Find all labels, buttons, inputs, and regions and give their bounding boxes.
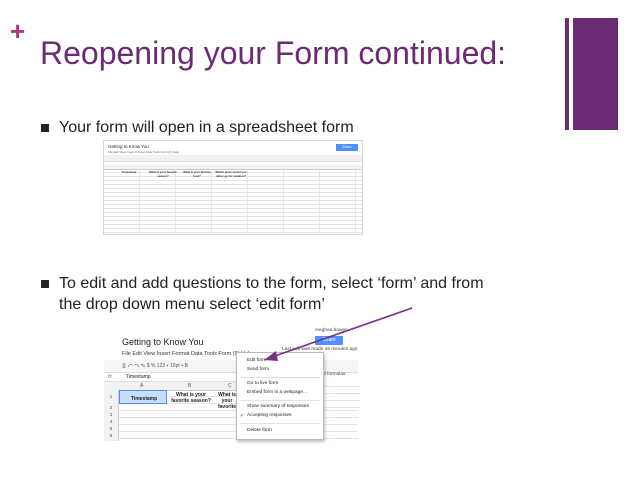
row-number: 2 <box>109 405 113 410</box>
column-label: A <box>140 383 144 389</box>
form-dropdown-menu: Edit form Send form Go to live form Embe… <box>236 352 324 440</box>
row-number: 3 <box>109 412 113 417</box>
row-number: 5 <box>109 426 113 431</box>
bullet-text-1: Your form will open in a spreadsheet for… <box>59 119 354 136</box>
menu-separator <box>240 400 320 401</box>
accent-bar-thin <box>565 18 569 130</box>
menu-item-delete-form: Delete form <box>247 428 272 433</box>
accent-bar-thick <box>573 18 618 130</box>
menu-bar: File Edit View Insert Format Data Tools … <box>122 351 253 357</box>
bullet-text-2: To edit and add questions to the form, s… <box>59 273 484 315</box>
menu-item-send-form: Send form <box>247 367 270 372</box>
header-cell: Timestamp <box>121 170 137 174</box>
column-label: C <box>228 383 232 389</box>
menu-item-show-summary: Show summary of responses <box>247 404 309 409</box>
cell-grid-right <box>322 380 360 410</box>
user-name: meghan.bowen <box>315 328 348 333</box>
plus-icon: + <box>10 16 26 46</box>
row-number: 4 <box>109 419 113 424</box>
share-button: Share <box>315 336 343 345</box>
header-cell: What is your favorite season? <box>171 392 211 404</box>
slide-title: Reopening your Form continued: <box>40 35 507 71</box>
header-row: Timestamp What is your favorite season? … <box>112 170 248 180</box>
formula-value: Timestamp <box>126 374 151 380</box>
menu-item-edit-form: Edit form <box>247 358 267 363</box>
header-cell: What is your favorite <box>217 392 237 410</box>
doc-title: Getting to Know You <box>122 337 204 347</box>
bullet-marker <box>41 280 49 288</box>
header-cell: Which place would you rather go for vaca… <box>215 170 247 178</box>
doc-title: Getting to Know You <box>108 144 149 149</box>
toolbar-icons: ⎙ ↶ ↷ ✎ $ % 123 ▾ 10pt ▾ B <box>122 363 188 369</box>
column-label: B <box>188 383 192 389</box>
menu-item-go-to-live-form: Go to live form <box>247 381 279 386</box>
menu-item-embed-form: Embed form in a webpage... <box>247 390 307 395</box>
header-cell: What is your favorite season? <box>149 170 177 178</box>
formulas-text: d formulas <box>323 372 346 377</box>
bullet-marker <box>41 124 49 132</box>
menu-separator <box>240 423 320 424</box>
bullet-line: the drop down menu select ‘edit form’ <box>59 296 325 313</box>
header-cell: What is your favorite food? <box>183 170 211 178</box>
fx-icon: fx <box>108 374 112 380</box>
menu-separator <box>240 377 320 378</box>
row-number: 6 <box>109 433 113 438</box>
toolbar <box>104 155 362 162</box>
check-icon: ✓ <box>240 413 245 419</box>
row-number: 1 <box>109 394 113 399</box>
header-cell: Timestamp <box>130 396 158 402</box>
menu-item-accepting-responses: Accepting responses <box>247 413 292 418</box>
spreadsheet-screenshot-small: Getting to Know You File Edit View Inser… <box>103 140 363 235</box>
row-header: 1 2 3 4 5 6 7 <box>104 390 119 441</box>
row-number: 7 <box>104 439 118 441</box>
share-button: Share <box>336 144 358 151</box>
bullet-line: To edit and add questions to the form, s… <box>59 275 484 292</box>
menu-bar: File Edit View Insert Format Data Tools … <box>108 150 180 154</box>
